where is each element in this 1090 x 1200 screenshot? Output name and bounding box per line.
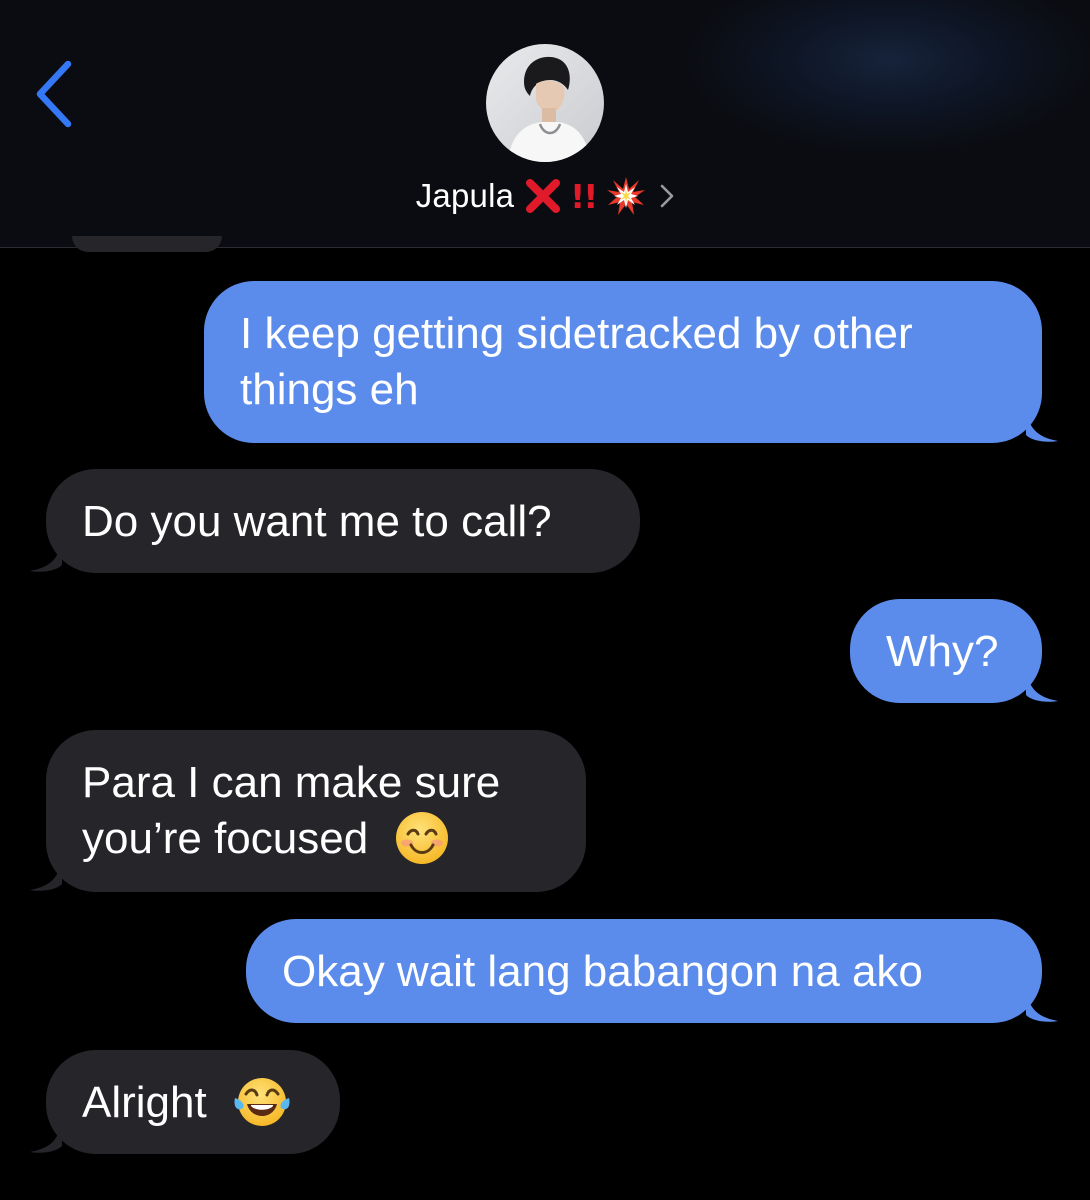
message-text: Why? — [886, 627, 999, 676]
bubble-tail — [1026, 987, 1058, 1022]
contact-name-emojis: !! — [524, 176, 674, 216]
smiling-face-emoji-icon — [396, 812, 449, 865]
message-text: Okay wait lang babangon na ako — [282, 947, 923, 996]
bubble-tail — [30, 856, 62, 891]
cross-mark-emoji-icon — [526, 179, 561, 213]
bubble-tail — [30, 1118, 62, 1153]
message-text: I keep getting sidetracked by other thin… — [240, 309, 913, 414]
incoming-message-bubble[interactable]: Para I can make sure you’re focused — [30, 730, 586, 892]
message-thread[interactable]: I keep getting sidetracked by other thin… — [0, 248, 1090, 1200]
message-text: Alright — [82, 1078, 207, 1127]
bubble-tail — [1026, 407, 1058, 442]
chevron-left-icon — [36, 60, 72, 128]
bubble-tail — [30, 537, 62, 572]
back-button[interactable] — [26, 56, 86, 134]
contact-avatar[interactable] — [486, 44, 604, 162]
collision-emoji-icon — [607, 177, 646, 215]
incoming-message-bubble[interactable]: Do you want me to call? — [30, 469, 640, 573]
contact-name: Japula — [415, 177, 515, 214]
contact-name-row[interactable]: Japula !! — [0, 170, 1090, 222]
double-exclamation-emoji-icon: !! — [570, 176, 598, 216]
outgoing-message-bubble[interactable]: Why? — [850, 599, 1058, 703]
message-text: Do you want me to call? — [82, 497, 552, 546]
conversation-header: Japula !! — [0, 0, 1090, 252]
tears-of-joy-emoji-icon — [234, 1078, 290, 1127]
outgoing-message-bubble[interactable]: Okay wait lang babangon na ako — [246, 919, 1058, 1023]
outgoing-message-bubble[interactable]: I keep getting sidetracked by other thin… — [204, 281, 1058, 443]
chevron-right-icon — [660, 184, 674, 208]
bubble-tail — [1026, 667, 1058, 702]
incoming-message-bubble[interactable]: Alright — [30, 1050, 340, 1154]
